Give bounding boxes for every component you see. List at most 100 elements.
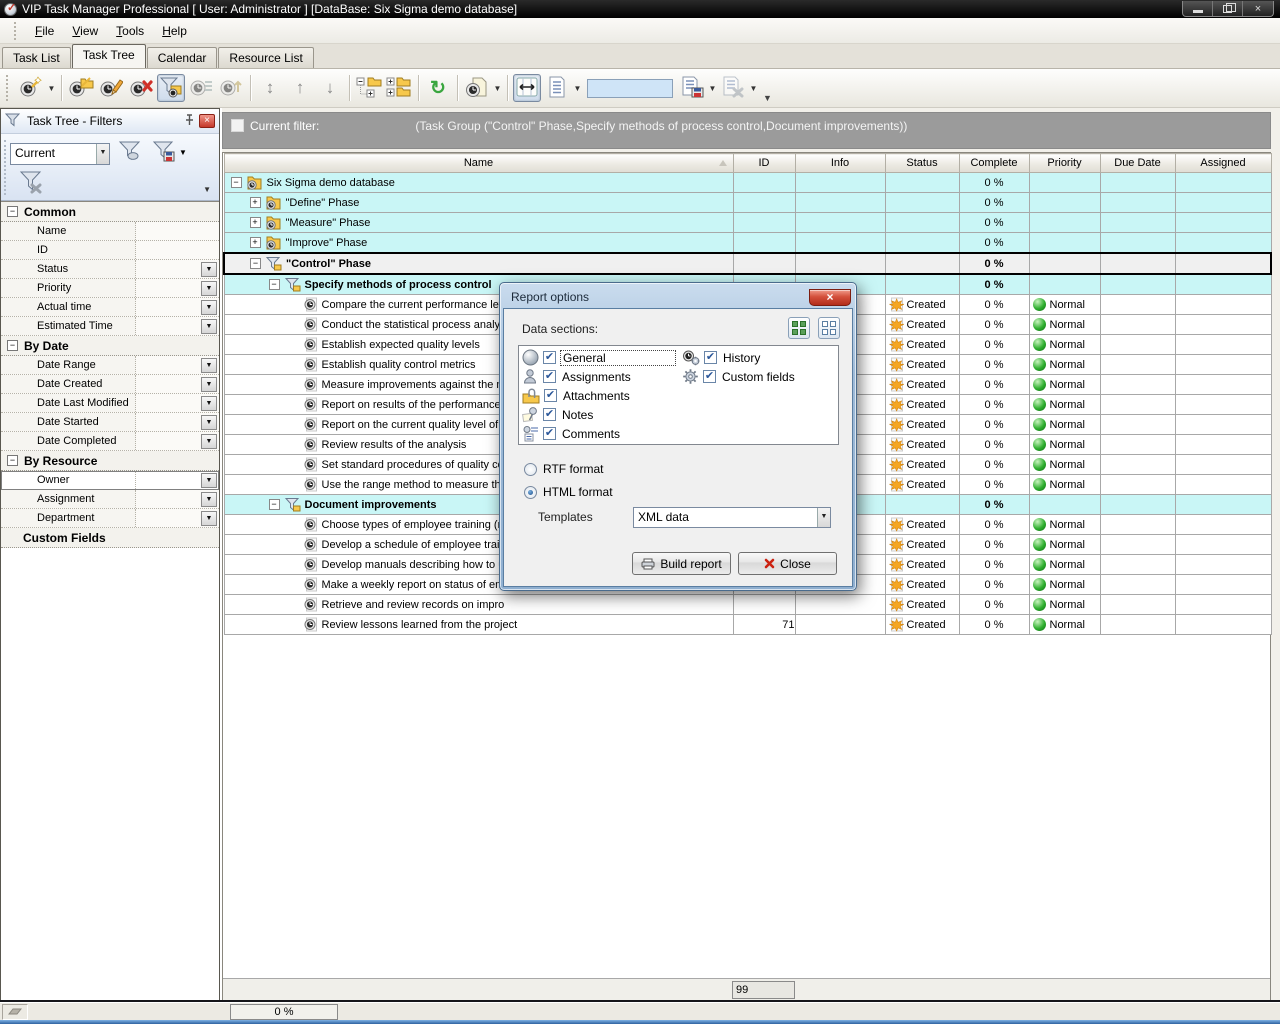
templates-combobox[interactable]: XML data ▼ — [633, 507, 831, 528]
section-checkbox[interactable]: ✔ — [543, 427, 556, 440]
minimize-button[interactable] — [1183, 1, 1213, 16]
tab-calendar[interactable]: Calendar — [147, 47, 218, 68]
menu-help[interactable]: Help — [153, 21, 196, 41]
dropdown-button[interactable]: ▼ — [201, 492, 217, 507]
task-share-button[interactable] — [217, 74, 245, 102]
move-up-button[interactable]: ↑ — [286, 74, 314, 102]
restore-button[interactable] — [1213, 1, 1243, 16]
section-item-custom-fields[interactable]: ✔ Custom fields — [679, 367, 838, 386]
delete-task-button[interactable] — [127, 74, 155, 102]
customize-columns-dropdown[interactable]: ▼ — [572, 75, 583, 101]
dropdown-button[interactable]: ▼ — [201, 319, 217, 334]
filter-tasks-button[interactable] — [157, 74, 185, 102]
section-item-attachments[interactable]: ✔ Attachments — [519, 386, 679, 405]
dropdown-button[interactable]: ▼ — [201, 377, 217, 392]
collapse-icon[interactable]: − — [7, 340, 18, 351]
filters-panel-close-button[interactable]: × — [199, 114, 215, 128]
collapse-icon[interactable]: − — [7, 206, 18, 217]
uncheck-all-button[interactable] — [818, 317, 840, 339]
filter-row-date-completed[interactable]: Date Completed ▼ — [1, 432, 219, 451]
filter-row-date-started[interactable]: Date Started ▼ — [1, 413, 219, 432]
collapse-all-button[interactable] — [355, 74, 383, 102]
dropdown-button[interactable]: ▼ — [201, 281, 217, 296]
delete-view-dropdown[interactable]: ▼ — [748, 75, 759, 101]
section-item-general[interactable]: ✔ General — [519, 348, 679, 367]
column-header-due-date[interactable]: Due Date — [1100, 154, 1175, 173]
filter-row-id[interactable]: ID — [1, 241, 219, 260]
filter-row-name[interactable]: Name — [1, 222, 219, 241]
menu-tools[interactable]: Tools — [107, 21, 153, 41]
table-row[interactable]: −Six Sigma demo database 0 % — [224, 173, 1271, 193]
clear-filter-button[interactable] — [17, 170, 45, 197]
save-filter-button[interactable]: ▼ — [151, 140, 187, 165]
templates-dropdown[interactable]: ▼ — [817, 508, 830, 527]
filters-options-button[interactable]: ▼ — [203, 185, 211, 194]
filter-row-date-last-modified[interactable]: Date Last Modified ▼ — [1, 394, 219, 413]
filter-section-common[interactable]: −Common — [1, 202, 219, 222]
column-header-priority[interactable]: Priority — [1029, 154, 1100, 173]
dialog-close-action-button[interactable]: Close — [738, 552, 837, 575]
filter-row-status[interactable]: Status ▼ — [1, 260, 219, 279]
tree-expander[interactable]: + — [250, 197, 261, 208]
filter-row-date-range[interactable]: Date Range ▼ — [1, 356, 219, 375]
rtf-format-radio[interactable]: RTF format — [524, 462, 603, 476]
section-item-assignments[interactable]: ✔ Assignments — [519, 367, 679, 386]
refresh-button[interactable]: ↻ — [424, 74, 452, 102]
expand-all-button[interactable] — [385, 74, 413, 102]
column-header-id[interactable]: ID — [733, 154, 795, 173]
filter-section-custom-fields[interactable]: Custom Fields — [1, 528, 219, 548]
section-checkbox[interactable]: ✔ — [703, 370, 716, 383]
apply-filter-button[interactable] — [117, 140, 143, 165]
filter-row-actual-time[interactable]: Actual time ▼ — [1, 298, 219, 317]
dialog-close-button[interactable]: × — [809, 289, 851, 306]
dropdown-button[interactable]: ▼ — [201, 396, 217, 411]
table-row[interactable]: Review lessons learned from the project … — [224, 615, 1271, 635]
close-button[interactable]: × — [1243, 1, 1273, 16]
tree-expander[interactable]: − — [269, 279, 280, 290]
dropdown-button[interactable]: ▼ — [201, 300, 217, 315]
section-checkbox[interactable]: ✔ — [543, 370, 556, 383]
dropdown-button[interactable]: ▼ — [201, 358, 217, 373]
build-report-button[interactable]: Build report — [632, 552, 731, 575]
customize-columns-button[interactable] — [543, 74, 571, 102]
tree-expander[interactable]: − — [231, 177, 242, 188]
dropdown-button[interactable]: ▼ — [201, 262, 217, 277]
new-task-group-button[interactable] — [67, 74, 95, 102]
tree-expander[interactable]: − — [269, 499, 280, 510]
edit-task-button[interactable] — [97, 74, 125, 102]
new-task-button[interactable] — [17, 74, 45, 102]
section-checkbox[interactable]: ✔ — [543, 408, 556, 421]
collapse-icon[interactable]: − — [7, 455, 18, 466]
filter-section-by-date[interactable]: −By Date — [1, 336, 219, 356]
delete-view-button[interactable] — [719, 74, 747, 102]
column-header-name[interactable]: Name — [224, 154, 733, 173]
column-header-status[interactable]: Status — [885, 154, 959, 173]
tree-expander[interactable]: − — [250, 258, 261, 269]
tab-task-tree[interactable]: Task Tree — [72, 44, 146, 68]
filter-row-owner[interactable]: Owner ▼ — [1, 471, 219, 490]
menu-file[interactable]: File — [26, 21, 63, 41]
table-row[interactable]: Retrieve and review records on impro Cre… — [224, 595, 1271, 615]
current-filter-checkbox[interactable] — [231, 119, 244, 132]
tree-expander[interactable]: + — [250, 217, 261, 228]
section-item-notes[interactable]: ✔ Notes — [519, 405, 679, 424]
section-item-comments[interactable]: ✔ Comments — [519, 424, 679, 443]
task-properties-button[interactable] — [187, 74, 215, 102]
expand-collapse-button[interactable]: ↕ — [256, 74, 284, 102]
export-button[interactable] — [463, 74, 491, 102]
column-header-info[interactable]: Info — [795, 154, 885, 173]
filter-row-priority[interactable]: Priority ▼ — [1, 279, 219, 298]
filter-preset-combobox[interactable]: Current ▼ — [10, 143, 110, 165]
move-down-button[interactable]: ↓ — [316, 74, 344, 102]
table-row[interactable]: +"Define" Phase 0 % — [224, 193, 1271, 213]
table-row[interactable]: +"Improve" Phase 0 % — [224, 233, 1271, 254]
menu-view[interactable]: View — [63, 21, 107, 41]
table-row[interactable]: +"Measure" Phase 0 % — [224, 213, 1271, 233]
section-checkbox[interactable]: ✔ — [543, 351, 556, 364]
save-view-button[interactable] — [678, 74, 706, 102]
dropdown-button[interactable]: ▼ — [201, 511, 217, 526]
filter-row-estimated-time[interactable]: Estimated Time ▼ — [1, 317, 219, 336]
tree-expander[interactable]: + — [250, 237, 261, 248]
filter-row-assignment[interactable]: Assignment ▼ — [1, 490, 219, 509]
check-all-button[interactable] — [788, 317, 810, 339]
